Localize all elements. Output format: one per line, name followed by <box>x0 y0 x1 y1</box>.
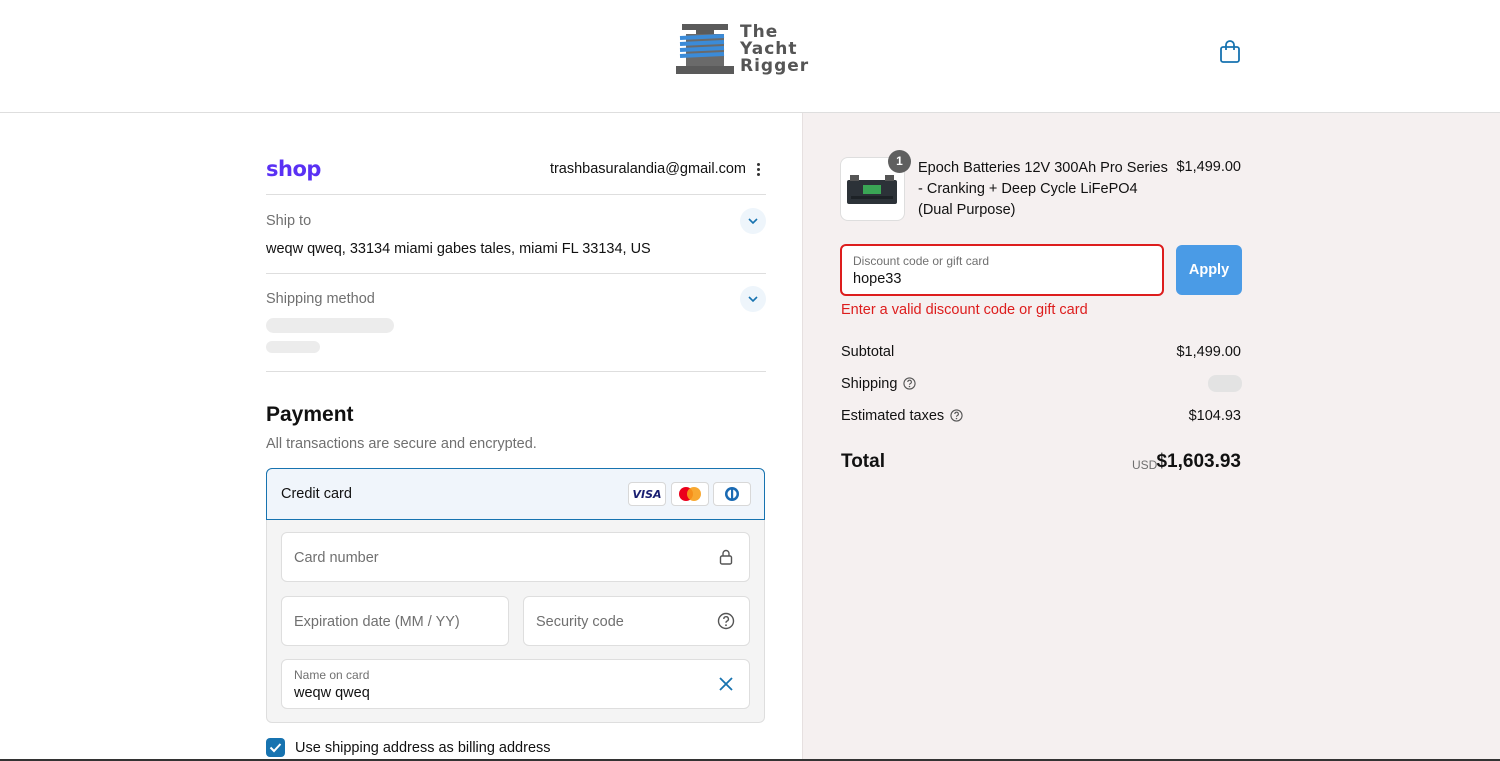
discount-error-message: Enter a valid discount code or gift card <box>841 302 1088 318</box>
checkmark-icon <box>269 743 282 753</box>
shipping-method-toggle[interactable] <box>740 286 766 312</box>
kebab-dot-icon <box>756 167 760 171</box>
security-code-placeholder: Security code <box>536 614 624 630</box>
divider <box>266 194 766 195</box>
shipping-cost-loading <box>1208 375 1242 392</box>
payment-subtitle: All transactions are secure and encrypte… <box>266 436 537 452</box>
lock-icon <box>719 549 733 565</box>
card-number-placeholder: Card number <box>294 550 379 566</box>
name-on-card-value: weqw qweq <box>294 685 370 701</box>
ship-to-address: weqw qweq, 33134 miami gabes tales, miam… <box>266 241 651 257</box>
help-circle-icon[interactable] <box>717 612 735 630</box>
apply-discount-button[interactable]: Apply <box>1176 245 1242 295</box>
total-value: $1,603.93 <box>1156 451 1241 472</box>
shipping-method-loading-line <box>266 318 394 333</box>
total-label: Total <box>841 451 885 472</box>
checkout-header: The Yacht Rigger <box>0 0 1500 113</box>
spool-logo-icon <box>676 24 734 74</box>
name-on-card-label: Name on card <box>294 668 370 682</box>
kebab-dot-icon <box>756 172 760 176</box>
card-number-input[interactable]: Card number <box>281 532 750 582</box>
cart-button[interactable] <box>1216 38 1244 66</box>
discount-code-value: hope33 <box>853 271 902 287</box>
store-logo[interactable]: The Yacht Rigger <box>674 24 836 80</box>
taxes-value: $104.93 <box>1188 408 1241 424</box>
credit-card-option[interactable]: Credit card VISA <box>266 468 765 520</box>
shop-pay-logo: shop <box>266 157 321 181</box>
quantity-badge: 1 <box>888 150 911 173</box>
product-price: $1,499.00 <box>1176 159 1241 175</box>
kebab-dot-icon <box>756 162 760 166</box>
discount-code-input[interactable]: Discount code or gift card hope33 <box>840 244 1164 296</box>
ship-to-toggle[interactable] <box>740 208 766 234</box>
help-circle-icon[interactable] <box>950 409 963 422</box>
total-currency: USD <box>1132 458 1158 472</box>
expiration-date-input[interactable]: Expiration date (MM / YY) <box>281 596 509 646</box>
shipping-method-label: Shipping method <box>266 291 375 307</box>
discount-code-label: Discount code or gift card <box>853 254 990 268</box>
ship-to-label: Ship to <box>266 213 312 229</box>
divider <box>266 371 766 372</box>
chevron-down-icon <box>748 218 758 225</box>
help-circle-icon[interactable] <box>903 377 917 390</box>
account-menu-button[interactable] <box>754 161 762 179</box>
store-logo-text: The Yacht Rigger <box>740 24 809 75</box>
visa-icon: VISA <box>628 482 666 506</box>
expiration-date-placeholder: Expiration date (MM / YY) <box>294 614 460 630</box>
account-email: trashbasuralandia@gmail.com <box>549 161 746 177</box>
taxes-row: Estimated taxes <box>841 408 963 424</box>
billing-same-label: Use shipping address as billing address <box>295 740 551 756</box>
visa-text: VISA <box>632 488 662 501</box>
product-name: Epoch Batteries 12V 300Ah Pro Series - C… <box>918 160 1168 218</box>
shipping-label: Shipping <box>841 376 898 392</box>
credit-card-label: Credit card <box>281 486 352 502</box>
payment-title: Payment <box>266 403 354 426</box>
close-icon[interactable] <box>717 675 735 693</box>
subtotal-label: Subtotal <box>841 344 895 360</box>
billing-same-checkbox[interactable] <box>266 738 285 757</box>
taxes-label: Estimated taxes <box>841 408 945 424</box>
shopping-bag-icon <box>1220 40 1240 63</box>
divider <box>266 273 766 274</box>
chevron-down-icon <box>748 296 758 303</box>
security-code-input[interactable]: Security code <box>523 596 750 646</box>
mastercard-icon <box>671 482 709 506</box>
shipping-row: Shipping <box>841 376 917 392</box>
logo-line-3: Rigger <box>740 56 810 76</box>
name-on-card-input[interactable]: Name on card weqw qweq <box>281 659 750 709</box>
subtotal-value: $1,499.00 <box>1176 344 1241 360</box>
diners-club-icon <box>713 482 751 506</box>
shipping-method-loading-line <box>266 341 320 353</box>
credit-card-panel: Credit card VISA Card number Expiration … <box>266 468 765 723</box>
